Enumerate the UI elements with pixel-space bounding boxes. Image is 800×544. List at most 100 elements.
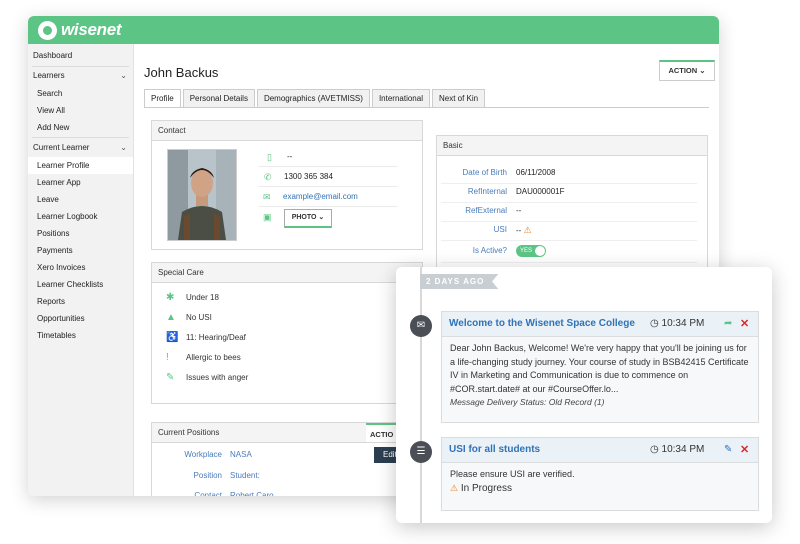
warning-icon: ⚠ [523, 225, 532, 235]
sidebar: Dashboard Learners ⌄ Search View All Add … [28, 44, 134, 496]
sidebar-item-label: Add New [37, 123, 70, 132]
entry-title[interactable]: USI for all students [449, 438, 540, 462]
entry-title[interactable]: Welcome to the Wisenet Space College [449, 312, 635, 336]
sidebar-item-add-new[interactable]: Add New [28, 119, 133, 136]
sidebar-item-label: Learner Logbook [37, 212, 98, 221]
sidebar-item-learner-logbook[interactable]: Learner Logbook [28, 208, 133, 225]
special-care-label: Issues with anger [186, 373, 249, 382]
chevron-down-icon: ⌄ [120, 143, 127, 152]
ref-internal-row: RefInternal DAU000001F [437, 183, 707, 201]
entry-status-wrap: ⚠ In Progress [450, 482, 750, 496]
sidebar-item-label: Learner App [37, 178, 81, 187]
usi-value: -- ⚠ [516, 221, 532, 240]
top-bar: wisenet [28, 16, 719, 44]
field-label: Is Active? [472, 246, 507, 255]
tab-divider [144, 107, 709, 108]
share-icon[interactable]: ➦ [724, 312, 732, 336]
sidebar-item-label: Search [37, 89, 63, 98]
entry-body: Please ensure USI are verified. ⚠ In Pro… [442, 463, 758, 500]
clock-icon: ◷ [650, 444, 659, 455]
sidebar-item-xero-invoices[interactable]: Xero Invoices [28, 259, 133, 276]
special-care-item: ! Allergic to bees [166, 348, 241, 368]
special-care-label: Allergic to bees [186, 353, 241, 362]
position-link[interactable]: Student: [230, 466, 260, 485]
basic-panel: Basic Date of Birth 06/11/2008 RefIntern… [436, 135, 708, 287]
sidebar-item-label: Current Learner [33, 143, 90, 152]
row-divider [441, 240, 697, 241]
delete-icon[interactable]: ✕ [740, 312, 749, 336]
field-label: Date of Birth [462, 168, 507, 177]
entry-body: Dear John Backus, Welcome! We're very ha… [442, 337, 758, 415]
sidebar-item-search[interactable]: Search [28, 85, 133, 102]
entry-header: USI for all students ◷ 10:34 PM ✎ ✕ [442, 438, 758, 463]
sidebar-item-dashboard[interactable]: Dashboard [28, 47, 133, 64]
workplace-link[interactable]: NASA [230, 445, 252, 464]
row-divider [258, 206, 398, 207]
exclamation-icon: ! [166, 352, 169, 363]
special-care-item: ✎ Issues with anger [166, 368, 248, 388]
sidebar-item-label: Learners [33, 71, 65, 80]
usi-row: USI -- ⚠ [437, 221, 707, 239]
photo-button[interactable]: PHOTO ⌄ [284, 209, 332, 228]
mobile-value: -- [287, 152, 293, 161]
sidebar-item-payments[interactable]: Payments [28, 242, 133, 259]
sidebar-item-reports[interactable]: Reports [28, 293, 133, 310]
sidebar-item-opportunities[interactable]: Opportunities [28, 310, 133, 327]
workplace-row: Workplace NASA [152, 445, 422, 464]
child-icon: ✱ [166, 292, 175, 303]
field-value: 06/11/2008 [516, 168, 556, 177]
timeline-entry: Welcome to the Wisenet Space College ◷ 1… [441, 311, 759, 423]
row-divider [258, 166, 398, 167]
field-value: -- [516, 226, 522, 235]
contact-panel: Contact ▯ -- ✆ 1300 365 384 ✉ example@em… [151, 120, 423, 250]
sidebar-divider [32, 137, 129, 138]
brand-logo[interactable]: wisenet [38, 20, 122, 40]
special-care-item: ✱ Under 18 [166, 288, 219, 308]
sidebar-item-timetables[interactable]: Timetables [28, 327, 133, 344]
toggle-label: YES [520, 247, 533, 254]
tab-next-of-kin[interactable]: Next of Kin [431, 89, 486, 108]
tab-international[interactable]: International [371, 89, 430, 108]
sidebar-item-label: Xero Invoices [37, 263, 86, 272]
timeline-panel: 2 DAYS AGO ✉ Welcome to the Wisenet Spac… [396, 267, 772, 523]
sidebar-item-learner-profile[interactable]: Learner Profile [28, 157, 133, 174]
entry-text: Dear John Backus, Welcome! We're very ha… [450, 343, 749, 394]
sidebar-item-leave[interactable]: Leave [28, 191, 133, 208]
sidebar-item-current-learner[interactable]: Current Learner ⌄ [28, 139, 133, 156]
active-toggle[interactable]: YES [516, 244, 546, 257]
tab-bar: Profile Personal Details Demographics (A… [144, 89, 487, 108]
edit-icon: ✎ [166, 372, 175, 383]
pencil-icon[interactable]: ✎ [724, 438, 732, 462]
envelope-icon: ✉ [263, 192, 271, 202]
sidebar-item-view-all[interactable]: View All [28, 102, 133, 119]
timeline-entry: USI for all students ◷ 10:34 PM ✎ ✕ Plea… [441, 437, 759, 511]
field-label: Workplace [184, 450, 222, 459]
tab-demographics[interactable]: Demographics (AVETMISS) [256, 89, 370, 108]
contact-link[interactable]: Robert Caro [230, 486, 274, 496]
entry-time: 10:34 PM [661, 318, 705, 329]
sidebar-item-learner-app[interactable]: Learner App [28, 174, 133, 191]
tab-personal-details[interactable]: Personal Details [182, 89, 255, 108]
phone-icon: ✆ [264, 172, 272, 182]
sidebar-item-positions[interactable]: Positions [28, 225, 133, 242]
ref-external-row: RefExternal -- [437, 202, 707, 220]
sidebar-item-learners[interactable]: Learners ⌄ [28, 67, 133, 84]
page-title: John Backus [144, 65, 219, 80]
chevron-down-icon: ⌄ [120, 71, 127, 80]
special-care-label: No USI [186, 313, 212, 322]
delete-icon[interactable]: ✕ [740, 438, 749, 462]
phone-value: 1300 365 384 [284, 172, 333, 181]
sidebar-item-learner-checklists[interactable]: Learner Checklists [28, 276, 133, 293]
special-care-label: Under 18 [186, 293, 219, 302]
field-label: Position [193, 471, 222, 480]
brand-name: wisenet [61, 20, 122, 39]
contact-row: Contact Robert Caro [152, 486, 422, 496]
panel-title: Contact [152, 121, 422, 141]
email-link[interactable]: example@email.com [283, 189, 358, 205]
action-button[interactable]: ACTION ⌄ [659, 60, 715, 81]
learner-photo [167, 149, 237, 241]
sidebar-item-label: Reports [37, 297, 66, 306]
tab-profile[interactable]: Profile [144, 89, 181, 108]
special-care-panel: Special Care ✱ Under 18 ▲ No USI ♿ 11: Hear… [151, 262, 423, 404]
graduation-cap-icon: ▲ [166, 312, 176, 323]
